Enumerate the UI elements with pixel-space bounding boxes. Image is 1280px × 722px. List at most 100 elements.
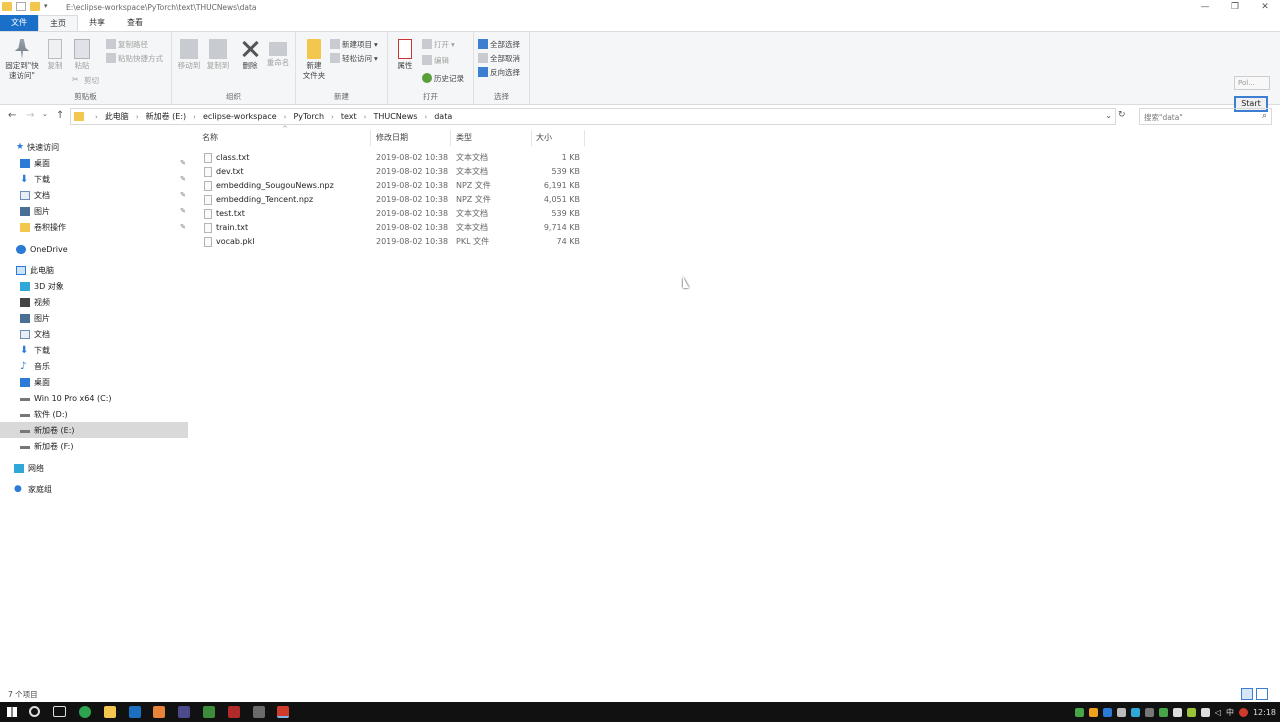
app-icon[interactable] <box>228 706 240 718</box>
column-header-size[interactable]: 大小 <box>536 130 552 146</box>
pin-quick-access-button[interactable]: 固定到"快速访问" <box>2 36 42 81</box>
tray-icon[interactable] <box>1200 707 1210 717</box>
column-separator[interactable] <box>584 130 585 146</box>
column-separator[interactable] <box>370 130 371 146</box>
nav-quick-pictures[interactable]: 图片 ✎ <box>0 203 188 219</box>
large-icons-view-icon[interactable] <box>1256 688 1268 700</box>
copy-button[interactable]: 复制 <box>44 36 66 71</box>
tray-icon[interactable] <box>1102 707 1112 717</box>
breadcrumb-text[interactable]: text <box>341 112 357 121</box>
tab-view[interactable]: 查看 <box>116 15 154 31</box>
invert-selection-button[interactable]: 反向选择 <box>478 66 520 78</box>
cut-button[interactable]: ✂ 剪切 <box>72 74 99 86</box>
tray-icon[interactable] <box>1116 707 1126 717</box>
nav-documents[interactable]: 文档 <box>0 326 188 342</box>
file-row[interactable]: embedding_Tencent.npz 2019-08-02 10:38 N… <box>197 193 587 207</box>
tab-file[interactable]: 文件 <box>0 15 38 31</box>
column-header-date[interactable]: 修改日期 <box>376 130 408 146</box>
policy-field[interactable]: Pol... <box>1234 76 1270 90</box>
file-explorer-icon[interactable] <box>104 706 116 718</box>
rename-button[interactable]: 重命名 <box>264 36 292 68</box>
file-row[interactable]: dev.txt 2019-08-02 10:38 文本文档 539 KB <box>197 165 587 179</box>
nav-onedrive[interactable]: OneDrive <box>0 241 188 257</box>
app-icon[interactable] <box>153 706 165 718</box>
new-item-button[interactable]: 新建项目 ▾ <box>330 38 378 50</box>
recent-dropdown-icon[interactable]: ⌄ <box>42 110 48 118</box>
new-folder-button[interactable]: 新建 文件夹 <box>299 36 329 81</box>
refresh-icon[interactable]: ↻ <box>1118 110 1126 120</box>
breadcrumb-pytorch[interactable]: PyTorch <box>293 112 324 121</box>
nav-quick-documents[interactable]: 文档 ✎ <box>0 187 188 203</box>
copy-to-button[interactable]: 复制到 <box>204 36 232 71</box>
nav-desktop[interactable]: 桌面 <box>0 374 188 390</box>
app-icon[interactable] <box>277 706 289 718</box>
search-icon[interactable] <box>29 706 40 717</box>
nav-quick-downloads[interactable]: ⬇ 下载 ✎ <box>0 171 188 187</box>
column-header-type[interactable]: 类型 <box>456 130 472 146</box>
up-arrow-icon[interactable]: ↑ <box>56 110 64 121</box>
nav-drive-f[interactable]: 新加卷 (F:) <box>0 438 188 454</box>
minimize-button[interactable]: — <box>1190 0 1220 15</box>
properties-icon[interactable] <box>16 2 26 11</box>
tray-icon[interactable] <box>1088 707 1098 717</box>
breadcrumb-drive-e[interactable]: 新加卷 (E:) <box>146 111 187 122</box>
address-bar[interactable]: › 此电脑 › 新加卷 (E:) › eclipse-workspace › PyTor… <box>70 108 1116 125</box>
app-icon[interactable] <box>178 706 190 718</box>
nav-drive-d[interactable]: 软件 (D:) <box>0 406 188 422</box>
file-row[interactable]: vocab.pkl 2019-08-02 10:38 PKL 文件 74 KB <box>197 235 587 249</box>
nav-quick-desktop[interactable]: 桌面 ✎ <box>0 155 188 171</box>
nav-videos[interactable]: 视频 <box>0 294 188 310</box>
paste-shortcut-button[interactable]: 粘贴快捷方式 <box>106 52 163 64</box>
nav-pictures[interactable]: 图片 <box>0 310 188 326</box>
task-view-icon[interactable] <box>53 706 66 717</box>
tray-icon[interactable] <box>1172 707 1182 717</box>
tab-home[interactable]: 主页 <box>38 15 78 31</box>
browser-icon[interactable] <box>79 706 91 718</box>
history-button[interactable]: 历史记录 <box>422 72 464 84</box>
address-dropdown-icon[interactable]: ⌄ <box>1105 111 1112 120</box>
nav-music[interactable]: ♪ 音乐 <box>0 358 188 374</box>
easy-access-button[interactable]: 轻松访问 ▾ <box>330 52 378 64</box>
paste-button[interactable]: 粘贴 <box>70 36 94 71</box>
delete-button[interactable]: 删除 <box>238 36 262 71</box>
breadcrumb-thucnews[interactable]: THUCNews <box>373 112 417 121</box>
nav-downloads[interactable]: ⬇ 下载 <box>0 342 188 358</box>
move-to-button[interactable]: 移动到 <box>175 36 203 71</box>
column-header-name[interactable]: 名称 <box>202 130 218 146</box>
windows-start-icon[interactable] <box>7 707 17 717</box>
nav-drive-e[interactable]: 新加卷 (E:) <box>0 422 188 438</box>
breadcrumb-this-pc[interactable]: 此电脑 <box>105 111 129 122</box>
nav-homegroup[interactable]: ● 家庭组 <box>0 481 188 497</box>
breadcrumb-eclipse-workspace[interactable]: eclipse-workspace <box>203 112 277 121</box>
details-view-icon[interactable] <box>1241 688 1253 700</box>
select-none-button[interactable]: 全部取消 <box>478 52 520 64</box>
tray-icon[interactable] <box>1130 707 1140 717</box>
file-row[interactable]: class.txt 2019-08-02 10:38 文本文档 1 KB <box>197 151 587 165</box>
maximize-button[interactable]: ❐ <box>1220 0 1250 15</box>
file-row[interactable]: train.txt 2019-08-02 10:38 文本文档 9,714 KB <box>197 221 587 235</box>
tray-icon[interactable] <box>1158 707 1168 717</box>
tray-icon[interactable] <box>1144 707 1154 717</box>
app-icon[interactable] <box>203 706 215 718</box>
column-separator[interactable] <box>531 130 532 146</box>
nav-quick-convolution[interactable]: 卷积操作 ✎ <box>0 219 188 235</box>
properties-button[interactable]: 属性 <box>393 36 417 71</box>
ime-indicator[interactable]: 中 <box>1226 707 1234 718</box>
tab-share[interactable]: 共享 <box>78 15 116 31</box>
tray-icon[interactable] <box>1238 707 1248 717</box>
search-input[interactable]: 搜索"data" ⌕ <box>1139 108 1272 125</box>
tray-icon[interactable] <box>1074 707 1084 717</box>
edit-button[interactable]: 编辑 <box>422 54 449 66</box>
customize-qat-icon[interactable]: ▾ <box>44 2 52 11</box>
close-button[interactable]: ✕ <box>1250 0 1280 15</box>
nav-quick-access[interactable]: ★ 快速访问 <box>0 139 188 155</box>
copy-path-button[interactable]: 复制路径 <box>106 38 148 50</box>
nav-network[interactable]: 网络 <box>0 460 188 476</box>
nav-3d-objects[interactable]: 3D 对象 <box>0 278 188 294</box>
open-button[interactable]: 打开 ▾ <box>422 38 455 50</box>
forward-arrow-icon[interactable]: → <box>26 110 34 121</box>
file-row[interactable]: test.txt 2019-08-02 10:38 文本文档 539 KB <box>197 207 587 221</box>
nav-drive-c[interactable]: Win 10 Pro x64 (C:) <box>0 390 188 406</box>
select-all-button[interactable]: 全部选择 <box>478 38 520 50</box>
file-row[interactable]: embedding_SougouNews.npz 2019-08-02 10:3… <box>197 179 587 193</box>
